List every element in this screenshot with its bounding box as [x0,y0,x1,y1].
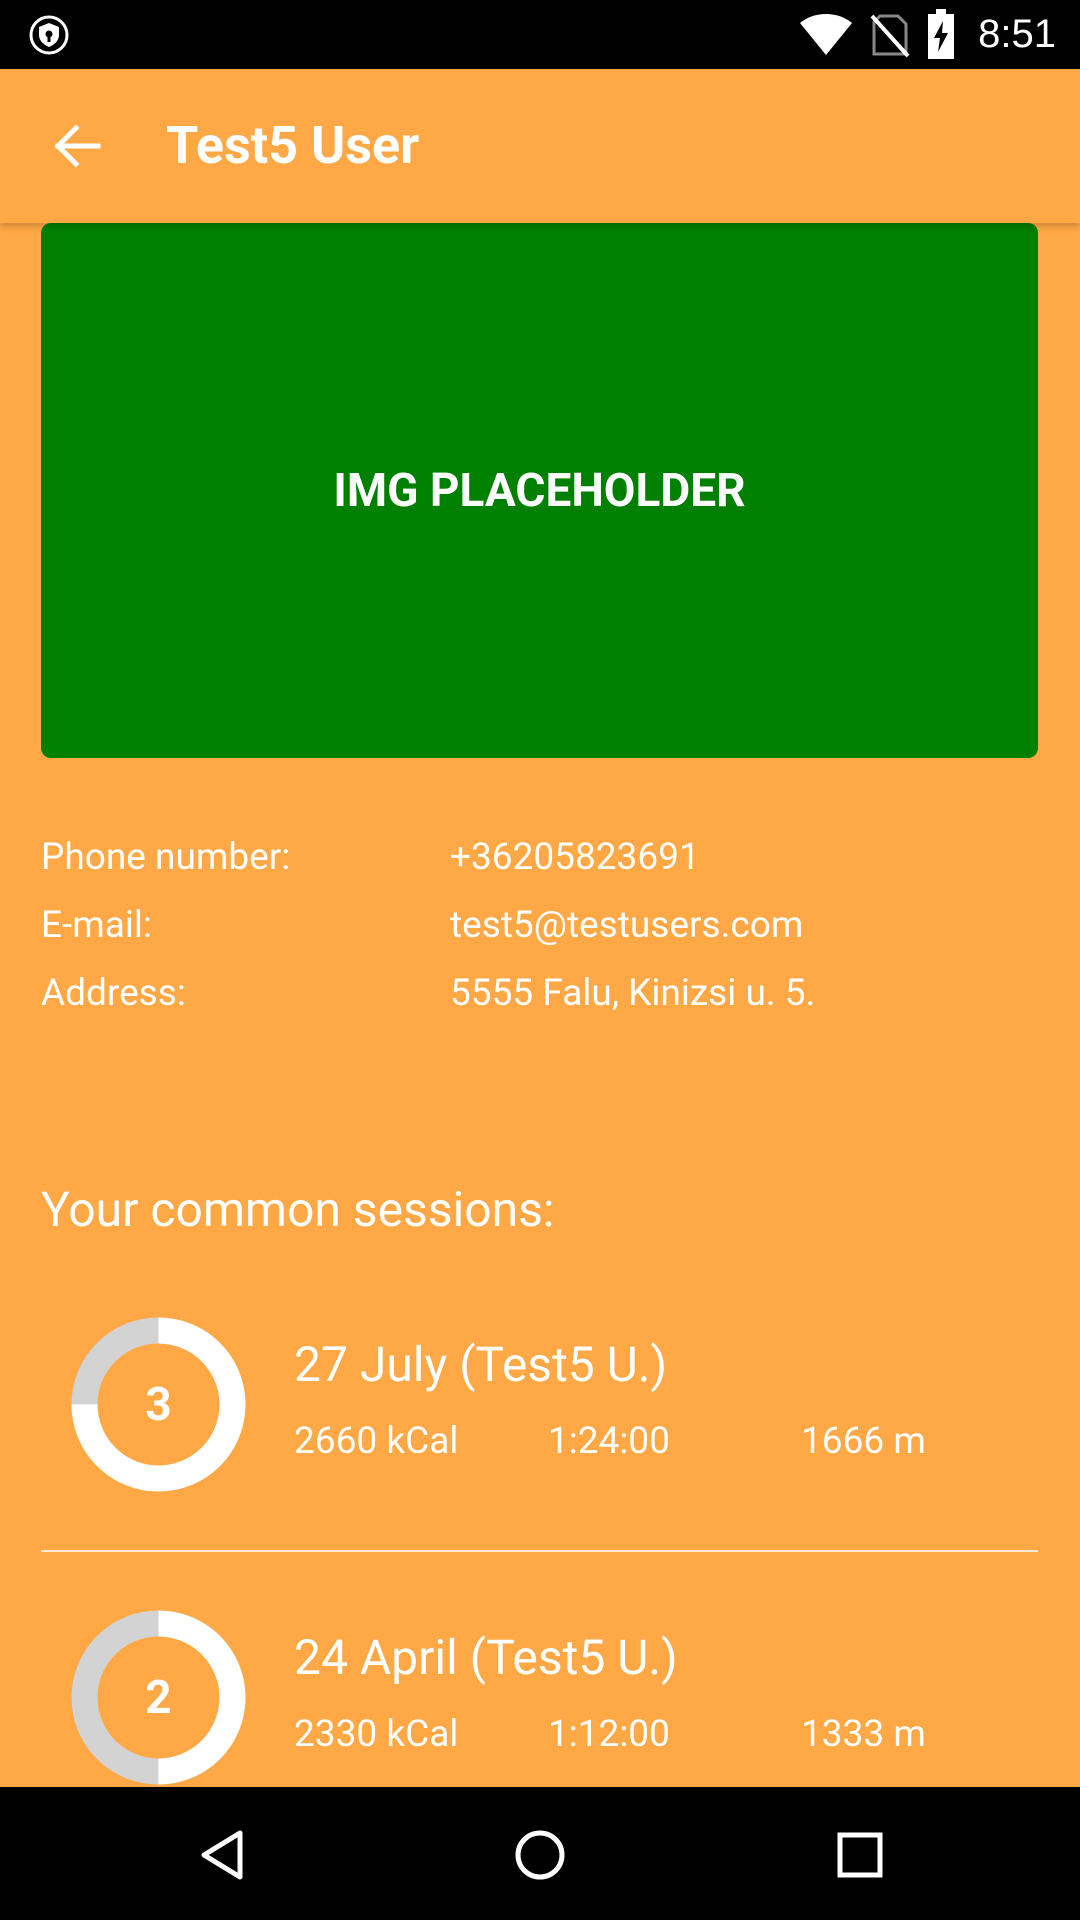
status-bar: 8:51 [0,0,1080,69]
image-placeholder: IMG PLACEHOLDER [41,223,1038,758]
page-title: Test5 User [166,115,420,176]
session-title: 27 July (Test5 U.) [294,1336,668,1393]
nav-home-button[interactable] [500,1815,580,1895]
phone-label: Phone number: [41,836,291,879]
arrow-back-icon [54,124,101,168]
session-distance: 1666 m [801,1420,926,1463]
recents-square-icon [837,1832,883,1878]
back-button[interactable] [40,109,114,183]
sessions-heading: Your common sessions: [41,1181,555,1238]
app-bar: Test5 User [0,69,1080,223]
back-triangle-icon [201,1830,243,1880]
session-kcal: 2330 kCal [294,1713,459,1756]
address-value[interactable]: 5555 Falu, Kinizsi u. 5. [450,964,815,1024]
session-item[interactable]: 3 27 July (Test5 U.) 2660 kCal 1:24:00 1… [0,1317,1080,1557]
shield-icon [29,15,69,55]
session-divider [41,1550,1038,1552]
nav-back-button[interactable] [182,1815,262,1895]
wifi-icon [800,13,853,55]
no-sim-icon [870,14,910,57]
session-distance: 1333 m [801,1713,926,1756]
phone-row: Phone number: +36205823691 [41,828,1041,888]
session-kcal: 2660 kCal [294,1420,459,1463]
email-value[interactable]: test5@testusers.com [450,896,803,956]
navigation-bar [0,1787,1080,1920]
image-placeholder-label: IMG PLACEHOLDER [333,463,746,518]
email-row: E-mail: test5@testusers.com [41,896,1041,956]
email-label: E-mail: [41,904,152,947]
address-row: Address: 5555 Falu, Kinizsi u. 5. [41,964,1041,1024]
battery-charging-icon [928,8,955,59]
home-circle-icon [515,1830,565,1880]
status-time: 8:51 [978,12,1056,56]
phone-value[interactable]: +36205823691 [450,828,700,888]
address-label: Address: [41,972,186,1015]
session-count: 2 [145,1670,172,1725]
session-duration: 1:12:00 [548,1713,670,1756]
session-title: 24 April (Test5 U.) [294,1629,678,1686]
session-count: 3 [145,1377,172,1432]
session-duration: 1:24:00 [548,1420,670,1463]
nav-recents-button[interactable] [820,1815,900,1895]
